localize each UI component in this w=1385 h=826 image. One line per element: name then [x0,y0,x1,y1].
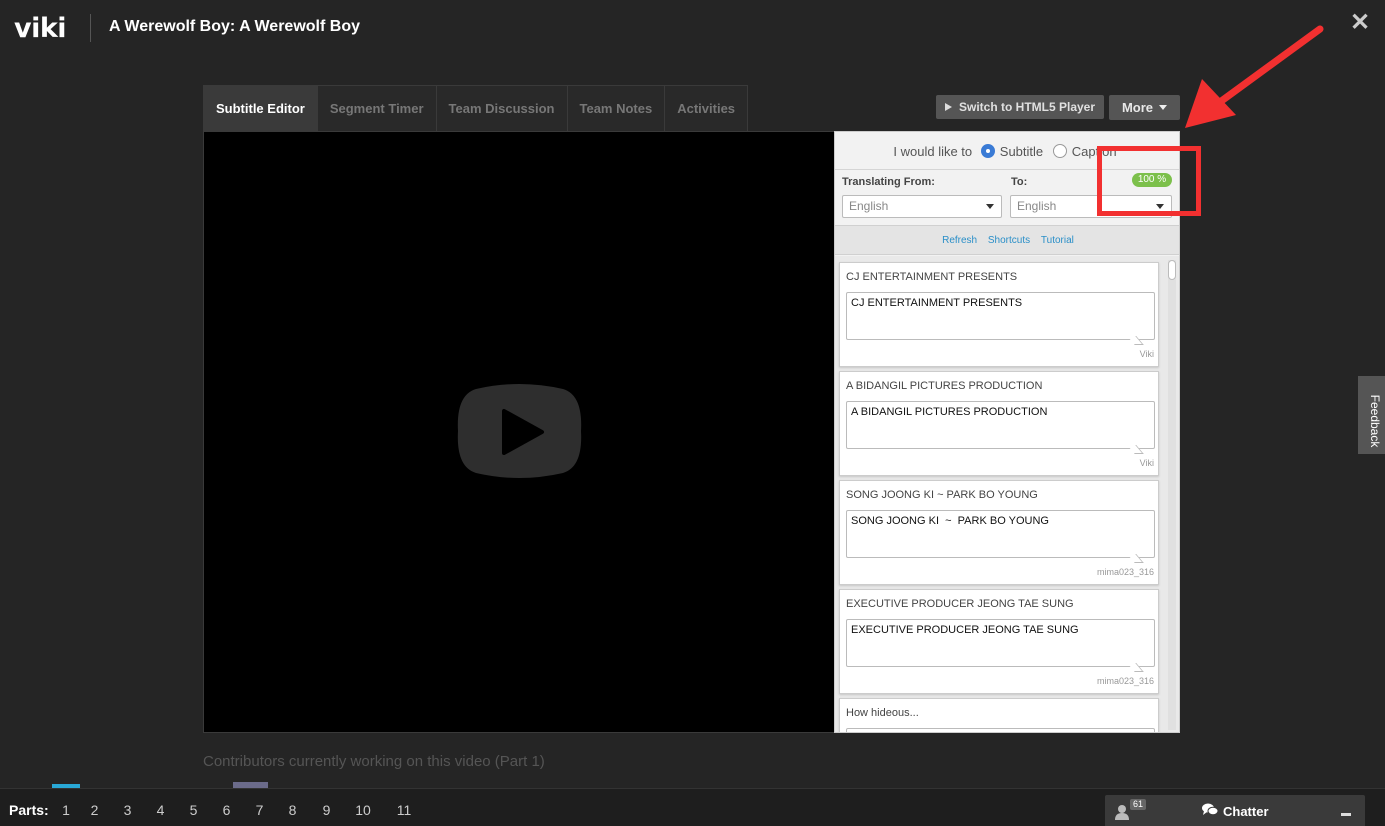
mode-option-subtitle[interactable]: Subtitle [1000,144,1043,159]
tutorial-link[interactable]: Tutorial [1041,235,1074,246]
feedback-tab[interactable]: Feedback [1358,376,1385,454]
subtitle-card: CJ ENTERTAINMENT PRESENTS CJ ENTERTAINME… [839,262,1159,367]
switch-html5-label: Switch to HTML5 Player [958,100,1096,114]
part-link[interactable]: 4 [144,802,177,818]
part-link[interactable]: 9 [309,802,344,818]
more-button[interactable]: More [1109,95,1180,120]
part-link[interactable]: 11 [382,802,426,818]
viki-logo[interactable]: viki [14,13,67,44]
user-count-badge: 61 [1130,799,1147,810]
caret-down-icon [986,204,994,209]
close-icon[interactable]: ✕ [1348,10,1372,36]
subtitle-input[interactable]: A BIDANGIL PICTURES PRODUCTION [846,401,1155,449]
subtitle-card: EXECUTIVE PRODUCER JEONG TAE SUNG EXECUT… [839,589,1159,694]
parts-label: Parts: [9,802,49,818]
feedback-label: Feedback [1368,394,1382,448]
caret-down-icon [1159,105,1168,110]
subtitle-author: Viki [1139,349,1154,359]
part-link[interactable]: 10 [344,802,382,818]
editor-tabs: Subtitle Editor Segment Timer Team Discu… [203,85,749,132]
tab-team-notes[interactable]: Team Notes [567,86,666,132]
subtitle-input[interactable]: SONG JOONG KI ~ PARK BO YOUNG [846,510,1155,558]
subtitle-card: How hideous... [839,698,1159,732]
part-link[interactable]: 7 [243,802,276,818]
translating-to-label: To: [1011,176,1028,188]
page-title: A Werewolf Boy: A Werewolf Boy [109,18,360,35]
play-icon [944,103,952,111]
subtitle-source: CJ ENTERTAINMENT PRESENTS [846,271,1018,283]
radio-caption[interactable] [1052,144,1067,158]
mode-prompt: I would like to [893,144,973,159]
contributors-heading: Contributors currently working on this v… [203,753,545,770]
shortcuts-link[interactable]: Shortcuts [988,235,1030,246]
subtitle-input[interactable]: CJ ENTERTAINMENT PRESENTS [846,292,1155,340]
scroll-thumb[interactable] [1168,260,1176,280]
to-language-value: English [1017,199,1057,213]
tab-activities[interactable]: Activities [665,86,748,132]
switch-html5-button[interactable]: Switch to HTML5 Player [936,95,1104,119]
subtitle-author: mima023_316 [1096,676,1154,686]
panel-links: Refresh Shortcuts Tutorial [835,225,1179,255]
chatter-label: Chatter [1223,804,1269,819]
part-link[interactable]: 6 [210,802,243,818]
from-language-select[interactable]: English [842,195,1002,218]
tab-segment-timer[interactable]: Segment Timer [317,86,437,132]
part-link[interactable]: 1 [54,802,78,818]
subtitle-source: EXECUTIVE PRODUCER JEONG TAE SUNG [846,598,1074,610]
subtitle-card: A BIDANGIL PICTURES PRODUCTION A BIDANGI… [839,371,1159,476]
play-icon[interactable] [456,381,583,481]
part-link[interactable]: 5 [177,802,210,818]
subtitle-input[interactable]: EXECUTIVE PRODUCER JEONG TAE SUNG [846,619,1155,667]
part-link[interactable]: 8 [276,802,309,818]
parts-list: 1 2 3 4 5 6 7 8 9 10 11 [54,802,426,818]
radio-subtitle[interactable] [980,144,995,158]
chatter-widget[interactable]: 61 Chatter [1105,795,1365,826]
subtitle-author: mima023_316 [1096,567,1154,577]
annotation-highlight-box [1097,146,1201,216]
tab-team-discussion[interactable]: Team Discussion [436,86,568,132]
more-label: More [1121,100,1154,115]
minimize-icon[interactable] [1341,813,1351,816]
subtitle-card: SONG JOONG KI ~ PARK BO YOUNG SONG JOONG… [839,480,1159,585]
tab-subtitle-editor[interactable]: Subtitle Editor [204,86,318,132]
header-divider [90,14,91,42]
top-bar: viki A Werewolf Boy: A Werewolf Boy ✕ [0,0,1385,56]
refresh-link[interactable]: Refresh [942,235,977,246]
annotation-arrow [1185,25,1324,128]
subtitle-source: How hideous... [846,707,919,719]
subtitle-input[interactable] [846,728,1155,732]
subtitle-source: SONG JOONG KI ~ PARK BO YOUNG [846,489,1038,501]
subtitle-source: A BIDANGIL PICTURES PRODUCTION [846,380,1043,392]
part-link[interactable]: 2 [78,802,111,818]
translating-from-label: Translating From: [842,176,935,188]
subtitle-panel: I would like to Subtitle Caption Transla… [834,131,1180,733]
video-player[interactable] [203,131,834,733]
list-scrollbar[interactable] [1168,260,1176,730]
subtitle-list[interactable]: CJ ENTERTAINMENT PRESENTS CJ ENTERTAINME… [835,256,1179,732]
part-link[interactable]: 3 [111,802,144,818]
subtitle-author: Viki [1139,458,1154,468]
from-language-value: English [849,199,889,213]
chat-icon [1202,803,1218,816]
